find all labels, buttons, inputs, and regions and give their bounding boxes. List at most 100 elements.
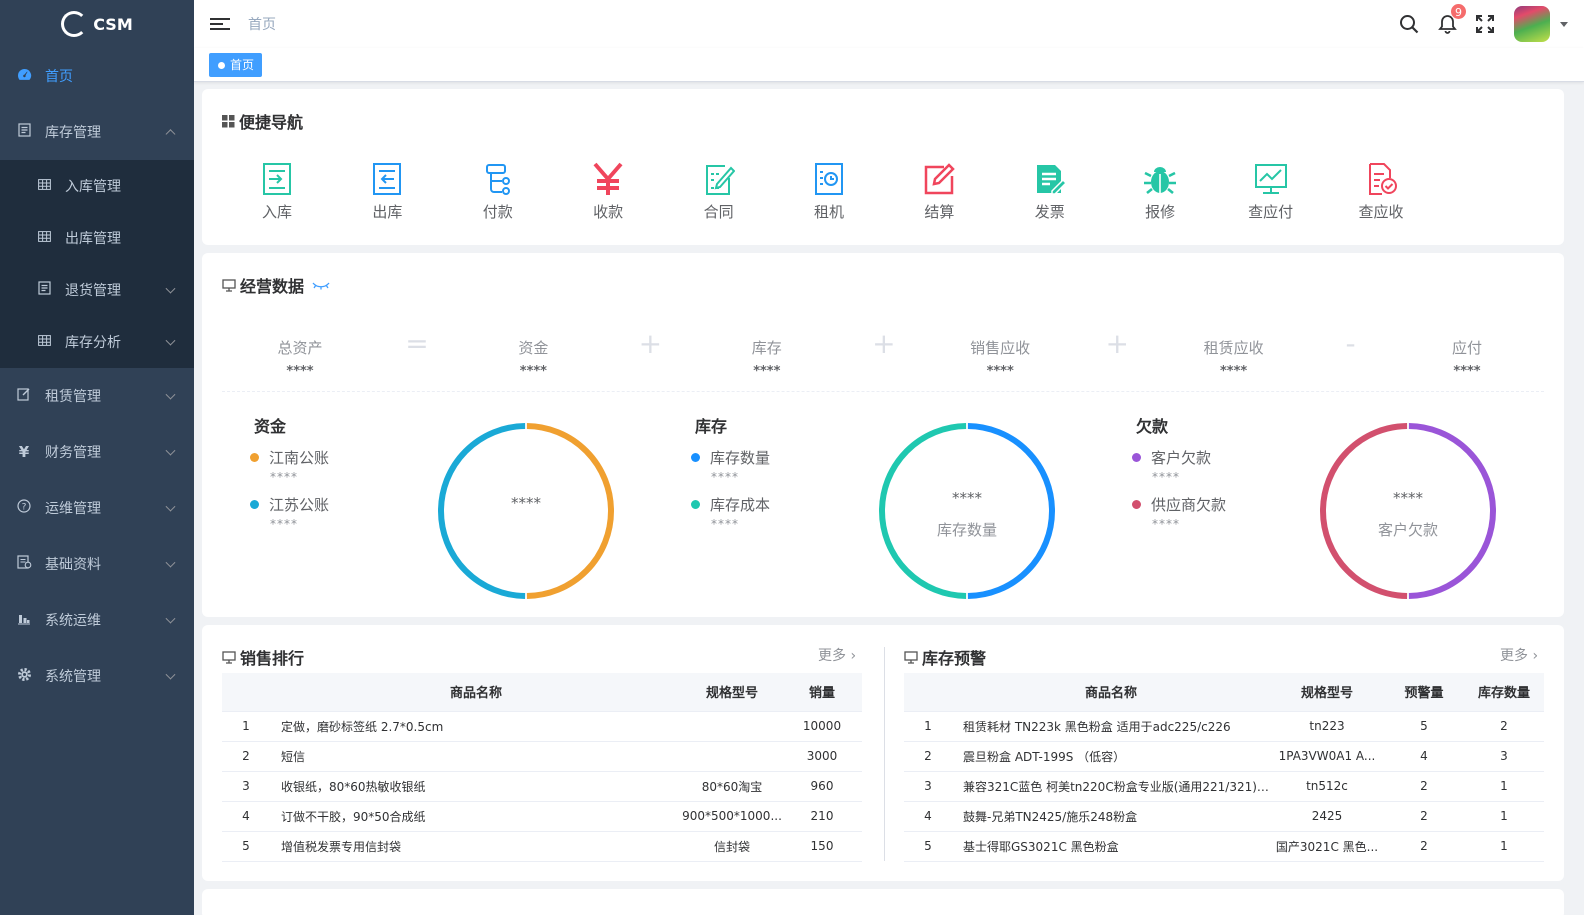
- column-header: 商品名称: [270, 673, 682, 712]
- quick-nav-item[interactable]: 收款: [568, 161, 648, 222]
- quick-nav-item[interactable]: 发票: [1010, 161, 1090, 222]
- hamburger-icon[interactable]: [210, 15, 230, 33]
- sidebar-item-label: 库存分析: [65, 335, 121, 351]
- presentation-icon: [222, 278, 236, 292]
- search-icon[interactable]: [1390, 0, 1428, 48]
- table-cell: 2425: [1270, 801, 1384, 832]
- table-row[interactable]: 3 兼容321C蓝色 柯美tn220C粉盒专业版(通用221/321) ... tn…: [904, 771, 1544, 802]
- chevron-down-icon: [165, 283, 176, 294]
- table-row[interactable]: 1 租赁耗材 TN223k 黑色粉盒 适用于adc225/c226 tn223 5 2: [904, 711, 1544, 742]
- presentation-icon: [222, 650, 236, 664]
- chevron-down-icon: [165, 335, 176, 346]
- table-cell: 震旦粉盒 ADT-199S （低容）: [952, 741, 1270, 772]
- eye-closed-icon[interactable]: [312, 280, 330, 290]
- stock-alert-more-link[interactable]: 更多 ›: [1500, 645, 1538, 665]
- sidebar-item-returns[interactable]: 退货管理: [0, 264, 194, 316]
- chevron-down-icon: [165, 557, 176, 568]
- sidebar-item-rental[interactable]: 租赁管理: [0, 368, 194, 424]
- legend-item[interactable]: 江南公账: [250, 447, 329, 468]
- quick-nav-label: 报修: [1145, 203, 1176, 221]
- active-dot-icon: [218, 61, 225, 69]
- quick-nav-label: 付款: [482, 203, 513, 221]
- donut-segment[interactable]: [1408, 423, 1496, 599]
- table-icon: [36, 334, 52, 350]
- notification-badge: 9: [1450, 3, 1467, 20]
- table-row[interactable]: 5 增值税发票专用信封袋 信封袋 150: [222, 831, 862, 862]
- sidebar-item-operations[interactable]: ? 运维管理: [0, 480, 194, 536]
- stock-alert-header: 库存预警: [904, 645, 986, 669]
- table-row[interactable]: 1 定做，磨砂标签纸 2.7*0.5cm 10000: [222, 711, 862, 742]
- sidebar-item-inbound[interactable]: 入库管理: [0, 160, 194, 212]
- chevron-down-icon: [165, 501, 176, 512]
- operator-sign: =: [405, 327, 429, 360]
- quick-nav-item[interactable]: 结算: [899, 161, 979, 222]
- stat-item: 库存 ****: [687, 337, 847, 379]
- sidebar-item-sys-ops[interactable]: 系统运维: [0, 592, 194, 648]
- sidebar-item-analysis[interactable]: 库存分析: [0, 316, 194, 368]
- legend-item[interactable]: 江苏公账: [250, 494, 329, 515]
- table-row[interactable]: 5 基士得耶GS3021C 黑色粉盒 国产3021C 黑色... 2 1: [904, 831, 1544, 862]
- table-cell: 960: [782, 771, 862, 802]
- tag-home[interactable]: 首页: [209, 53, 263, 77]
- quick-nav-item[interactable]: 查应收: [1341, 161, 1421, 222]
- quick-nav-item[interactable]: 合同: [679, 161, 759, 222]
- table-row[interactable]: 4 订做不干胶，90*50合成纸 900*500*1000... 210: [222, 801, 862, 832]
- donut-segment[interactable]: [967, 423, 1055, 599]
- sidebar-item-sys-admin[interactable]: 系统管理: [0, 648, 194, 704]
- sidebar-item-outbound[interactable]: 出库管理: [0, 212, 194, 264]
- quick-nav-item[interactable]: 出库: [347, 161, 427, 222]
- legend-value: ****: [711, 470, 739, 484]
- data-group-legend: 资金 江南公账 **** 江苏公账 ****: [250, 413, 329, 531]
- quick-nav-label: 发票: [1034, 203, 1065, 221]
- breadcrumb[interactable]: 首页: [248, 14, 276, 34]
- donut-segment[interactable]: [1320, 423, 1408, 599]
- legend-value: ****: [270, 517, 298, 531]
- legend-item[interactable]: 库存数量: [691, 447, 770, 468]
- table-row[interactable]: 3 收银纸，80*60热敏收银纸 80*60淘宝 960: [222, 771, 862, 802]
- sidebar-item-label: 入库管理: [65, 179, 121, 195]
- legend-item[interactable]: 客户欠款: [1132, 447, 1226, 468]
- sidebar-item-inventory[interactable]: 库存管理: [0, 104, 194, 160]
- quick-nav-item[interactable]: 付款: [458, 161, 538, 222]
- bug-icon: [1120, 161, 1200, 197]
- table-cell: 3: [1464, 741, 1544, 772]
- chevron-up-icon: [165, 129, 176, 140]
- sales-rank-more-link[interactable]: 更多 ›: [818, 645, 856, 665]
- legend-dot-icon: [250, 500, 259, 509]
- quick-nav-item[interactable]: 查应付: [1231, 161, 1311, 222]
- table-row[interactable]: 4 鼓舞-兄弟TN2425/施乐248粉盒 2425 2 1: [904, 801, 1544, 832]
- column-header: 商品名称: [952, 673, 1270, 712]
- sidebar-item-basic-data[interactable]: 基础资料: [0, 536, 194, 592]
- quick-nav-label: 收款: [593, 203, 624, 221]
- quick-nav-item[interactable]: 租机: [789, 161, 869, 222]
- stat-value: ****: [986, 364, 1014, 379]
- donut-segment[interactable]: [879, 423, 967, 599]
- quick-nav-item[interactable]: 入库: [237, 161, 317, 222]
- receivable-icon: [1341, 161, 1421, 197]
- table-row[interactable]: 2 震旦粉盒 ADT-199S （低容） 1PA3VW0A1 A... 4 3: [904, 741, 1544, 772]
- brand-logo[interactable]: CSM: [0, 0, 194, 48]
- sidebar-item-home[interactable]: 首页: [0, 48, 194, 104]
- tag-label: 首页: [230, 58, 255, 72]
- bell-icon[interactable]: 9: [1428, 0, 1467, 48]
- navbar: 首页 9: [194, 0, 1584, 48]
- column-header: 库存数量: [1464, 673, 1544, 712]
- quick-nav-item[interactable]: 报修: [1120, 161, 1200, 222]
- rental-icon: [789, 161, 869, 197]
- avatar[interactable]: [1514, 6, 1550, 42]
- legend-item[interactable]: 库存成本: [691, 494, 770, 515]
- legend-item[interactable]: 供应商欠款: [1132, 494, 1226, 515]
- donut-chart: **** 库存数量: [879, 423, 1055, 599]
- stat-value: ****: [286, 364, 314, 379]
- operator-sign: +: [638, 327, 663, 360]
- sidebar-item-finance[interactable]: ¥ 财务管理: [0, 424, 194, 480]
- group-title: 资金: [254, 417, 287, 436]
- caret-down-icon[interactable]: [1560, 21, 1568, 27]
- inventory-submenu: 入库管理 出库管理 退货管理 库存分析: [0, 160, 194, 368]
- sidebar-item-label: 库存管理: [45, 125, 101, 141]
- table-row[interactable]: 2 短信 3000: [222, 741, 862, 772]
- form-icon: [16, 555, 32, 573]
- chart-icon: [16, 612, 32, 629]
- fullscreen-icon[interactable]: [1466, 0, 1504, 48]
- column-header: 预警量: [1384, 673, 1464, 712]
